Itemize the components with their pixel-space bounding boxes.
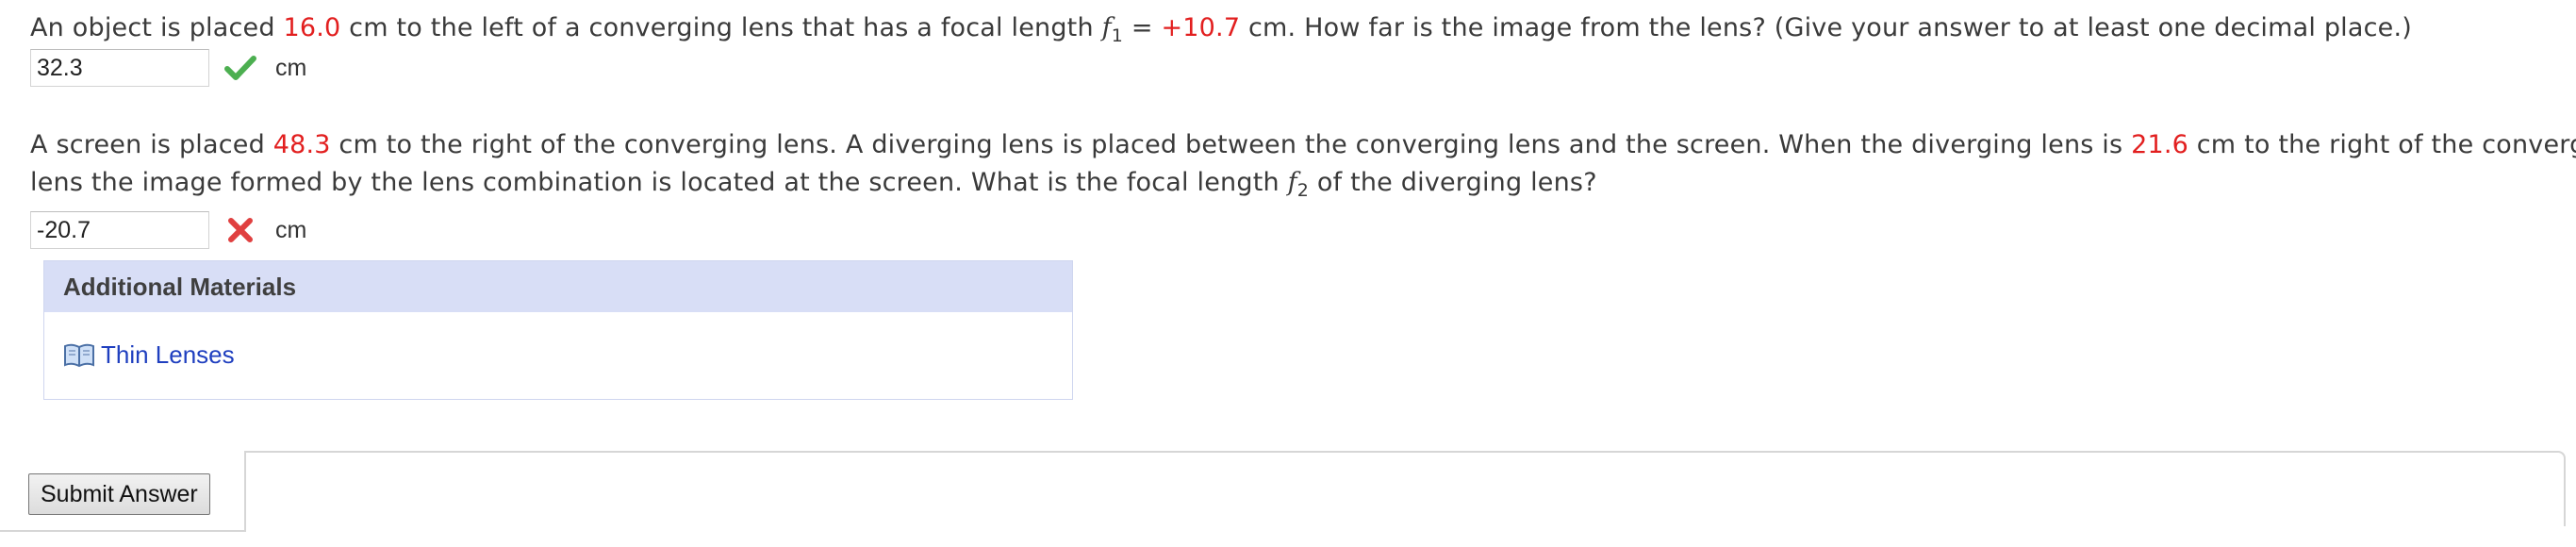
q2-line2-after: of the diverging lens?: [1309, 168, 1597, 197]
q1-text-after: cm. How far is the image from the lens? …: [1240, 13, 2412, 42]
submit-answer-button[interactable]: Submit Answer: [28, 473, 210, 515]
q1-text-mid: cm to the left of a converging lens that…: [340, 13, 1102, 42]
q1-equals: =: [1123, 13, 1162, 42]
question-2-line-1: A screen is placed 48.3 cm to the right …: [30, 126, 2576, 164]
q2-line1-after: cm to the right of the converging: [2196, 130, 2576, 159]
q1-f-subscript: 1: [1111, 25, 1124, 46]
q2-f-symbol: f: [1287, 168, 1297, 197]
q1-focal-length: +10.7: [1161, 13, 1241, 42]
additional-materials-title: Additional Materials: [44, 261, 1072, 312]
q2-answer-input[interactable]: -20.7: [30, 211, 209, 249]
q1-f-symbol: f: [1101, 13, 1112, 42]
book-icon: [64, 343, 94, 367]
answer-frame-divider: [244, 451, 246, 532]
thin-lenses-link-label[interactable]: Thin Lenses: [101, 340, 235, 370]
q2-answer-row: -20.7 cm: [30, 209, 306, 251]
thin-lenses-link[interactable]: Thin Lenses: [63, 340, 235, 370]
question-1-text: An object is placed 16.0 cm to the left …: [30, 9, 2412, 47]
q1-unit: cm: [275, 54, 307, 81]
q1-answer-row: 32.3 cm: [30, 47, 306, 89]
check-icon: [223, 50, 258, 86]
q1-answer-input[interactable]: 32.3: [30, 49, 209, 87]
q2-line1-before: A screen is placed: [30, 130, 273, 159]
q1-answer-value: 32.3: [37, 54, 83, 81]
q2-line1-mid: cm to the right of the converging lens. …: [330, 130, 2132, 159]
q1-object-distance: 16.0: [283, 13, 341, 42]
q2-screen-distance: 48.3: [272, 130, 331, 159]
x-mark-icon: [223, 212, 258, 248]
question-2-line-2: lens the image formed by the lens combin…: [30, 164, 1597, 202]
q1-text-before: An object is placed: [30, 13, 284, 42]
answer-frame-bottom: [0, 530, 246, 532]
answer-frame-outline: [244, 451, 2566, 526]
q2-line2-before: lens the image formed by the lens combin…: [30, 168, 1288, 197]
additional-materials-panel: Additional Materials Thin Lenses: [43, 260, 1073, 400]
q2-diverging-distance: 21.6: [2131, 130, 2188, 159]
q2-unit: cm: [275, 216, 307, 243]
q2-f-subscript: 2: [1296, 180, 1310, 201]
q2-answer-value: -20.7: [37, 216, 91, 243]
